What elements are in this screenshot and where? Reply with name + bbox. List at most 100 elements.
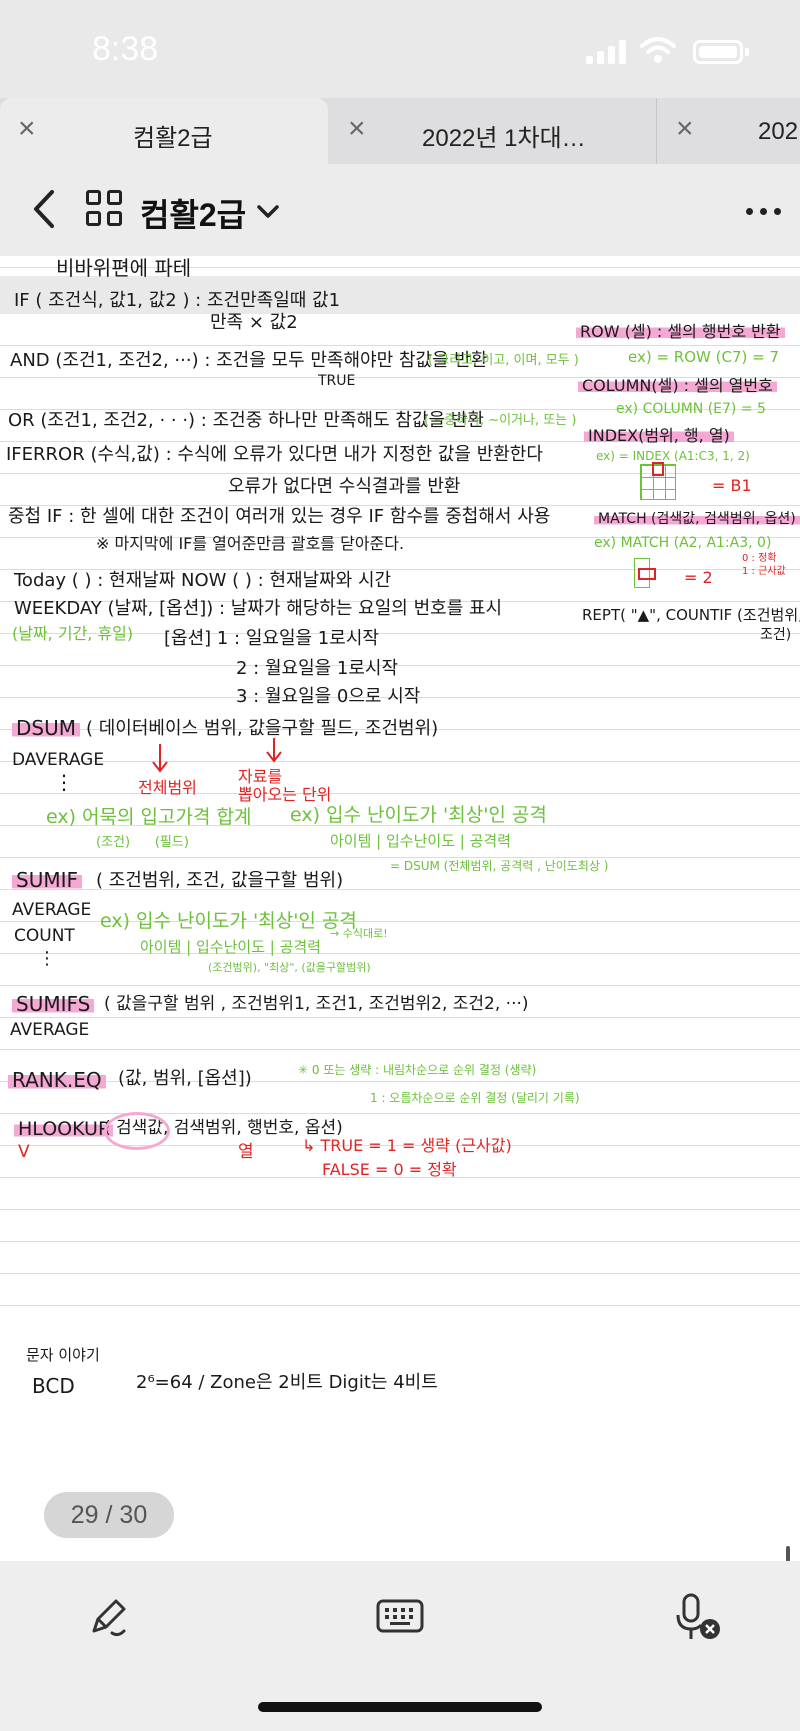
tab-bar: × 컴활2급 × 2022년 1차대… × 202 — [0, 98, 800, 164]
hlookup-column: 열 — [238, 1142, 254, 1162]
document-canvas[interactable]: 비바위편에 파테 IF ( 조건식, 값1, 값2 ) : 조건만족일때 값1 … — [0, 256, 800, 1561]
note-weekday: WEEKDAY (날짜, [옵션]) : 날짜가 해당하는 요일의 번호를 표시 — [14, 598, 503, 619]
arrow-down-icon — [152, 744, 168, 773]
battery-icon — [693, 40, 743, 64]
note-top: 비바위편에 파테 — [56, 256, 192, 280]
index-function: INDEX(범위, 행, 열) — [584, 426, 734, 445]
hlookup-false-note: FALSE = 0 = 정확 — [322, 1160, 457, 1179]
notebook-title[interactable]: 컴활2급 — [140, 190, 246, 236]
rank-args: (값, 범위, [옵션]) — [118, 1068, 252, 1089]
mic-off-icon[interactable] — [676, 1593, 722, 1643]
dsum-example-2: ex) 입수 난이도가 '최상'인 공격 — [290, 804, 547, 826]
page-indicator: 29 / 30 — [44, 1492, 174, 1538]
dots: ⋮ — [54, 770, 74, 794]
tab-3-label: 202 — [758, 118, 799, 145]
arrow-down-icon — [266, 738, 282, 763]
close-icon[interactable]: × — [348, 114, 366, 144]
note-weekday-hint: (날짜, 기간, 휴일) — [12, 624, 134, 643]
sumif-example: ex) 입수 난이도가 '최상'인 공격 — [100, 910, 357, 932]
wifi-icon — [640, 37, 676, 63]
tab-2[interactable]: × 2022년 1차대… — [330, 98, 656, 164]
chevron-down-icon[interactable] — [256, 204, 280, 220]
note-weekday-opt1: [옵션] 1 : 일요일을 1로시작 — [164, 628, 379, 649]
home-indicator — [258, 1702, 542, 1712]
note-and: AND (조건1, 조건2, ···) : 조건을 모두 만족해야만 참값을 반… — [10, 350, 488, 371]
status-time: 8:38 — [92, 30, 159, 68]
chevron-left-icon[interactable] — [26, 186, 66, 232]
note-red-field: 자료를 뽑아오는 단위 — [238, 767, 332, 804]
match-example: ex) MATCH (A2, A1:A3, 0) — [594, 535, 772, 551]
note-weekday-opt3: 3 : 월요일을 0으로 시작 — [236, 686, 421, 707]
sumifs-function: SUMIFS — [12, 992, 95, 1016]
note-iferror-2: 오류가 없다면 수식결과를 반환 — [228, 476, 461, 497]
hlookup-v: V — [18, 1142, 30, 1162]
grid-icon[interactable] — [86, 190, 124, 228]
rank-note-2: 1 : 오름차순으로 순위 결정 (달리기 기록) — [370, 1091, 580, 1105]
sumif-example-cols: 아이템 | 입수난이도 | 공격력 — [140, 938, 321, 956]
tab-1-label: 컴활2급 — [133, 125, 213, 152]
battery-tip — [745, 48, 749, 56]
status-bar: 8:38 — [0, 0, 800, 100]
dsum-function: DSUM — [12, 716, 80, 740]
match-cell-mark — [638, 568, 656, 580]
note-or: OR (조건1, 조건2, · · ·) : 조건중 하나만 만족해도 참값을 … — [8, 410, 484, 431]
dsum-args: ( 데이터베이스 범위, 값을구할 필드, 조건범위) — [86, 718, 439, 739]
column-function: COLUMN(셀) : 셀의 열번호 — [578, 376, 777, 395]
navigation-bar: 컴활2급 — [0, 164, 800, 256]
dsum-example-2-cols: 아이템 | 입수난이도 | 공격력 — [330, 832, 511, 850]
index-cell-mark — [652, 462, 664, 476]
note-and-hint: ( 그리고, 이고, 이며, 모두 ) — [428, 353, 579, 368]
scrollbar-thumb[interactable] — [786, 1546, 790, 1562]
note-red-total: 전체범위 — [138, 778, 197, 797]
rank-function: RANK.EQ — [8, 1068, 106, 1092]
note-iferror: IFERROR (수식,값) : 수식에 오류가 있다면 내가 지정한 값을 반… — [6, 444, 543, 465]
sumif-function: SUMIF — [12, 868, 82, 892]
note-nested-if: 중첩 IF : 한 셀에 대한 조건이 여러개 있는 경우 IF 함수를 중첩해… — [8, 506, 551, 527]
tab-2-label: 2022년 1차대… — [422, 125, 586, 152]
row-function: ROW (셀) : 셀의 행번호 반환 — [576, 322, 785, 341]
keyboard-icon[interactable] — [376, 1599, 424, 1633]
rank-note-1: ✳ 0 또는 생략 : 내림차순으로 순위 결정 (생략) — [298, 1063, 537, 1077]
note-average-2: AVERAGE — [10, 1020, 90, 1040]
sumif-example-args: (조건범위), "최상", (값을구할범위) — [208, 961, 371, 974]
next-page-line: 2⁶=64 / Zone은 2비트 Digit는 4비트 — [136, 1372, 438, 1393]
hlookup-true-note: ↳ TRUE = 1 = 생략 (근사값) — [302, 1136, 512, 1155]
match-result: = 2 — [684, 568, 713, 587]
tab-separator — [656, 98, 657, 164]
highlight-circle — [104, 1112, 170, 1150]
match-options: 0 : 정확 1 : 근사값 — [742, 553, 786, 577]
index-example: ex) = INDEX (A1:C3, 1, 2) — [596, 449, 750, 463]
note-daverage: DAVERAGE — [12, 750, 105, 770]
hlookup-function: HLOOKUP — [14, 1118, 114, 1140]
note-weekday-opt2: 2 : 월요일을 1로시작 — [236, 658, 399, 679]
note-if-2: 만족 × 값2 — [210, 312, 298, 333]
sumifs-args: ( 값을구할 범위 , 조건범위1, 조건1, 조건범위2, 조건2, ···) — [104, 994, 529, 1014]
dots-2: ⋮ — [38, 948, 56, 969]
match-function: MATCH (검색값, 검색범위, 옵션) — [594, 511, 800, 527]
ios-screen: 8:38 × 컴활2급 × 2022년 1차대… × 202 컴활2급 비바위편… — [0, 0, 800, 1731]
note-if: IF ( 조건식, 값1, 값2 ) : 조건만족일때 값1 — [14, 290, 341, 311]
sumif-args: ( 조건범위, 조건, 값을구할 범위) — [96, 870, 344, 891]
tab-1[interactable]: × 컴활2급 — [0, 98, 328, 164]
index-result: = B1 — [712, 476, 752, 495]
tab-3[interactable]: × 202 — [658, 98, 800, 164]
note-average: AVERAGE — [12, 900, 92, 920]
note-count: COUNT — [14, 926, 75, 946]
close-icon[interactable]: × — [676, 114, 694, 144]
rept-function-2: 조건) — [760, 627, 792, 643]
column-example: ex) COLUMN (E7) = 5 — [616, 401, 766, 417]
note-nested-if-2: ※ 마지막에 IF를 열어준만큼 괄호를 닫아준다. — [96, 534, 405, 553]
dsum-example-2-formula: = DSUM (전체범위, 공격력 , 난이도최상 ) — [390, 859, 609, 873]
sumif-example-arrow: → 수식대로! — [330, 927, 388, 940]
note-and-true: TRUE — [318, 373, 356, 389]
note-or-hint: ( ~중하나, ~이거나, 또는 ) — [424, 413, 577, 428]
pen-icon[interactable] — [84, 1593, 132, 1641]
dsum-example-1-sub: (조건) (필드) — [96, 835, 189, 850]
close-icon[interactable]: × — [18, 114, 36, 144]
dsum-example-1: ex) 어묵의 입고가격 합계 — [46, 806, 252, 828]
next-page-bcd: BCD — [32, 1374, 75, 1398]
more-icon[interactable] — [746, 208, 788, 215]
rept-function: REPT( "▲", COUNTIF (조건범위, — [582, 606, 800, 624]
row-example: ex) = ROW (C7) = 7 — [628, 348, 779, 366]
next-page-title: 문자 이야기 — [26, 1346, 100, 1364]
